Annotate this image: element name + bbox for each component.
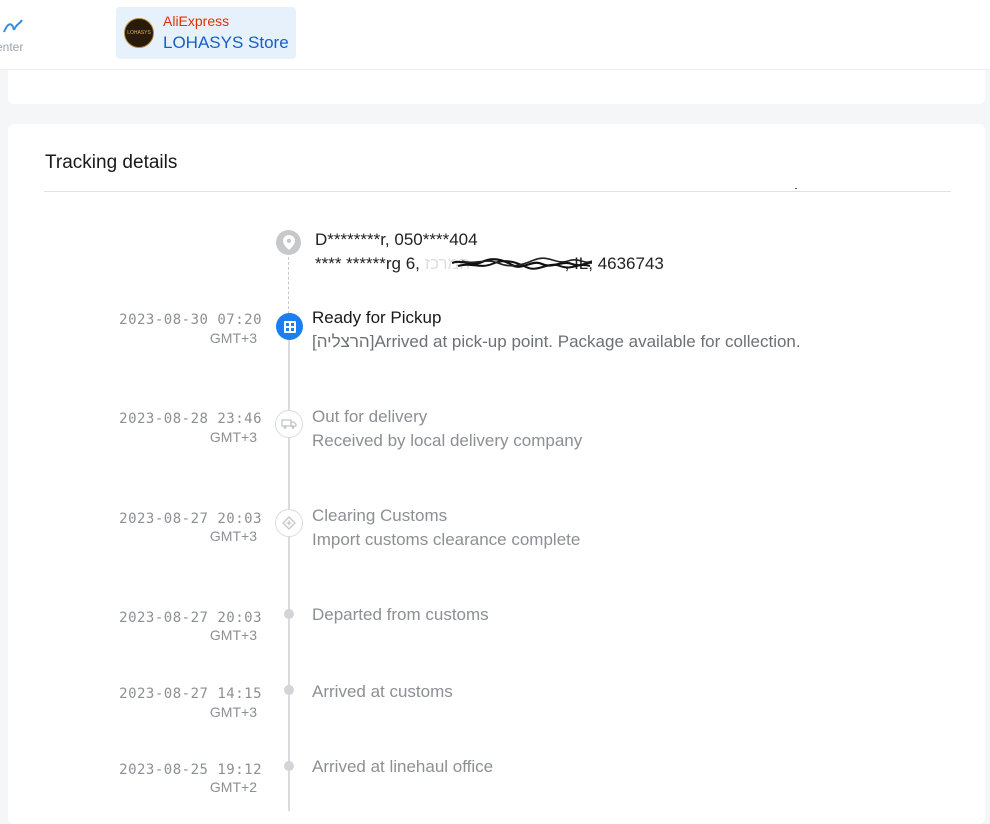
- event-date: 2023-08-30 07:20: [119, 312, 262, 328]
- content-strip: [8, 70, 985, 104]
- timeline-dot: [284, 685, 294, 695]
- event-title: Out for delivery: [312, 407, 428, 426]
- event-timezone: GMT+3: [209, 704, 257, 720]
- timeline-dot: [284, 761, 294, 771]
- store-card[interactable]: LOHASYS AliExpress LOHASYS Store: [116, 7, 296, 59]
- store-name-link[interactable]: LOHASYS Store: [163, 33, 289, 53]
- event-description: [הרצליה]Arrived at pick-up point. Packag…: [312, 332, 801, 351]
- customs-icon: [275, 509, 303, 537]
- top-bar: enter LOHASYS AliExpress LOHASYS Store: [0, 0, 990, 70]
- timeline-line: [288, 338, 290, 811]
- event-title: Ready for Pickup: [312, 308, 442, 327]
- truck-icon: [275, 410, 303, 438]
- event-timezone: GMT+2: [209, 779, 257, 795]
- event-title: Departed from customs: [312, 605, 489, 624]
- event-timezone: GMT+3: [209, 528, 257, 544]
- event-title: Arrived at linehaul office: [312, 757, 494, 776]
- address-street: **** ******rg 6,: [315, 254, 425, 273]
- event-description: Import customs clearance complete: [312, 530, 581, 549]
- event-title: Arrived at customs: [312, 682, 453, 701]
- event-timezone: GMT+3: [209, 330, 257, 346]
- event-date: 2023-08-27 20:03: [119, 610, 262, 626]
- event-description: Received by local delivery company: [312, 431, 583, 450]
- store-avatar-text: LOHASYS: [127, 30, 151, 36]
- event-timezone: GMT+3: [209, 429, 257, 445]
- event-date: 2023-08-25 19:12: [119, 762, 262, 778]
- event-date: 2023-08-27 20:03: [119, 511, 262, 527]
- recipient-name-phone: D********r, 050****404: [315, 230, 478, 249]
- divider-speck: [795, 188, 797, 189]
- store-brand: AliExpress: [163, 13, 230, 29]
- tracking-title: Tracking details: [45, 152, 178, 173]
- help-center-icon: [2, 18, 24, 40]
- help-center-logo[interactable]: enter: [0, 12, 30, 56]
- tracking-panel: [8, 124, 985, 824]
- redaction-scribble: [452, 257, 592, 270]
- store-avatar: LOHASYS: [124, 18, 154, 48]
- building-icon: [276, 313, 303, 340]
- title-divider: [44, 191, 951, 192]
- timeline-dot: [284, 609, 294, 619]
- address-connector: [288, 257, 289, 314]
- event-title: Clearing Customs: [312, 506, 448, 525]
- event-date: 2023-08-27 14:15: [119, 686, 262, 702]
- help-center-label: enter: [0, 40, 24, 54]
- location-pin-icon: [276, 230, 301, 255]
- event-date: 2023-08-28 23:46: [119, 411, 262, 427]
- event-timezone: GMT+3: [209, 627, 257, 643]
